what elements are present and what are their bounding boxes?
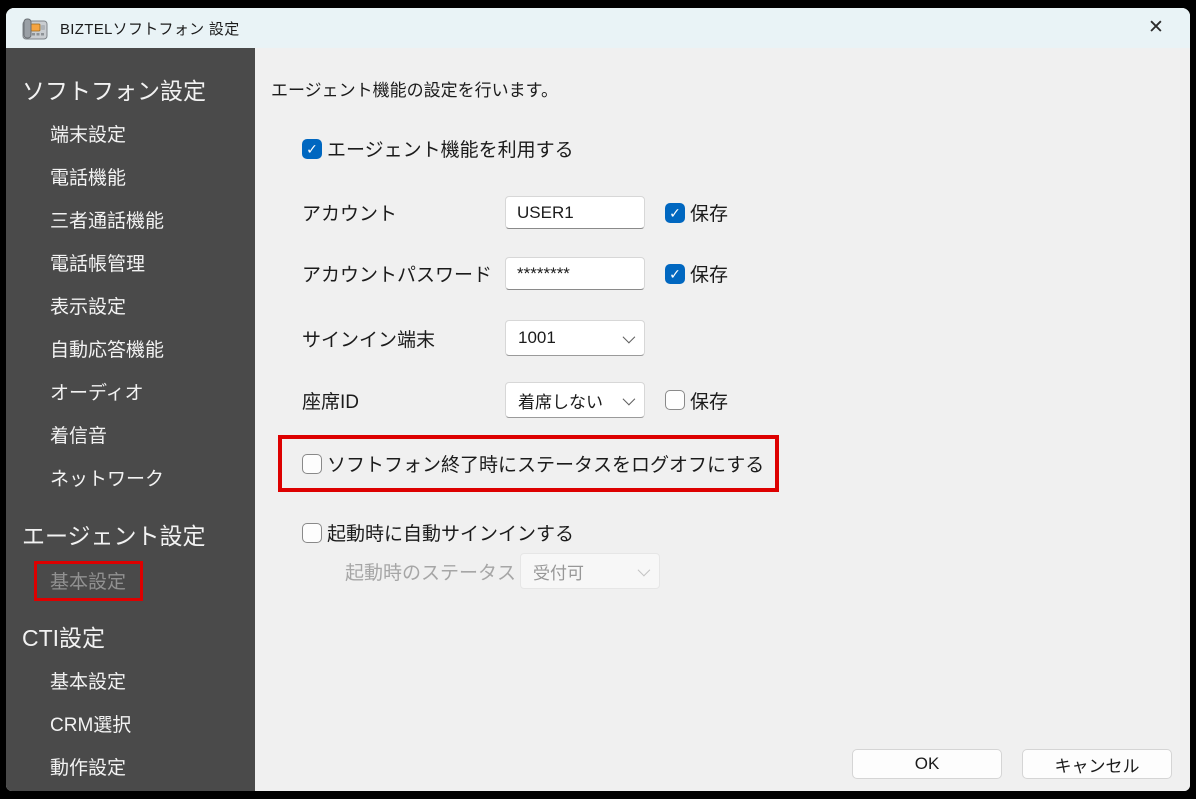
settings-sidebar: ソフトフォン設定 端末設定 電話機能 三者通話機能 電話帳管理 表示設定 自動応… bbox=[6, 48, 255, 791]
sidebar-item-phonebook[interactable]: 電話帳管理 bbox=[6, 241, 255, 284]
password-save-row[interactable]: ✓ 保存 bbox=[665, 260, 728, 287]
logoff-on-exit-checkbox[interactable] bbox=[302, 453, 322, 474]
chevron-down-icon bbox=[622, 330, 636, 343]
account-input[interactable]: USER1 bbox=[505, 196, 645, 229]
account-label: アカウント bbox=[302, 204, 398, 225]
account-save-row[interactable]: ✓ 保存 bbox=[665, 199, 728, 226]
seat-id-select[interactable]: 着席しない bbox=[505, 382, 645, 418]
seat-save-label: 保存 bbox=[690, 391, 729, 413]
sidebar-header-agent: エージェント設定 bbox=[22, 523, 206, 549]
password-save-label: 保存 bbox=[690, 265, 729, 286]
signin-terminal-label: サインイン端末 bbox=[302, 329, 436, 351]
account-row: アカウント USER1 ✓ 保存 bbox=[302, 196, 1190, 229]
sidebar-item-audio[interactable]: オーディオ bbox=[6, 370, 255, 413]
agent-settings-panel: エージェント機能の設定を行います。 ✓ エージェント機能を利用する アカウント … bbox=[255, 48, 1190, 791]
sidebar-item-auto-answer[interactable]: 自動応答機能 bbox=[6, 327, 255, 370]
account-save-checkbox[interactable]: ✓ bbox=[665, 202, 685, 223]
panel-description: エージェント機能の設定を行います。 bbox=[271, 81, 558, 100]
cancel-button[interactable]: キャンセル bbox=[1022, 749, 1172, 779]
logoff-on-exit-label: ソフトフォン終了時にステータスをログオフにする bbox=[327, 455, 765, 476]
startup-status-row: 起動時のステータス 受付可 bbox=[302, 553, 1190, 589]
account-save-label: 保存 bbox=[690, 204, 729, 225]
dialog-footer: OK キャンセル bbox=[852, 749, 1172, 779]
logoff-on-exit-row[interactable]: ソフトフォン終了時にステータスをログオフにする bbox=[302, 450, 767, 477]
sidebar-item-display[interactable]: 表示設定 bbox=[6, 284, 255, 327]
auto-signin-row[interactable]: 起動時に自動サインインする bbox=[302, 519, 1190, 546]
use-agent-checkbox-row[interactable]: ✓ エージェント機能を利用する bbox=[302, 135, 1190, 162]
chevron-down-icon bbox=[622, 392, 636, 405]
password-input[interactable]: ******** bbox=[505, 257, 645, 290]
startup-status-label: 起動時のステータス bbox=[345, 562, 517, 584]
red-annotation-box-logoff: ソフトフォン終了時にステータスをログオフにする bbox=[278, 435, 779, 492]
use-agent-checkbox[interactable]: ✓ bbox=[302, 138, 322, 159]
sidebar-header-cti: CTI設定 bbox=[22, 625, 106, 651]
password-row: アカウントパスワード ******** ✓ 保存 bbox=[302, 257, 1190, 290]
sidebar-item-phone-function[interactable]: 電話機能 bbox=[6, 155, 255, 198]
startup-status-select: 受付可 bbox=[520, 553, 660, 589]
sidebar-item-ringtone[interactable]: 着信音 bbox=[6, 413, 255, 456]
use-agent-label: エージェント機能を利用する bbox=[327, 140, 574, 161]
sidebar-header-softphone: ソフトフォン設定 bbox=[22, 78, 206, 104]
sidebar-item-terminal[interactable]: 端末設定 bbox=[6, 112, 255, 155]
sidebar-item-network[interactable]: ネットワーク bbox=[6, 456, 255, 499]
window-title: BIZTELソフトフォン 設定 bbox=[60, 20, 240, 38]
password-label: アカウントパスワード bbox=[302, 265, 493, 286]
seat-id-row: 座席ID 着席しない 保存 bbox=[302, 382, 1190, 418]
auto-signin-checkbox[interactable] bbox=[302, 522, 322, 543]
auto-signin-label: 起動時に自動サインインする bbox=[327, 524, 575, 545]
ok-button[interactable]: OK bbox=[852, 749, 1002, 779]
signin-terminal-row: サインイン端末 1001 bbox=[302, 320, 1190, 356]
settings-dialog: BIZTELソフトフォン 設定 ✕ ソフトフォン設定 端末設定 電話機能 三者通… bbox=[6, 8, 1190, 791]
close-icon[interactable]: ✕ bbox=[1142, 14, 1170, 42]
red-annotation-box-sidebar: 基本設定 bbox=[34, 561, 144, 601]
signin-terminal-select[interactable]: 1001 bbox=[505, 320, 645, 356]
sidebar-item-cti-basic[interactable]: 基本設定 bbox=[6, 659, 255, 702]
seat-save-row[interactable]: 保存 bbox=[665, 387, 728, 414]
title-bar: BIZTELソフトフォン 設定 ✕ bbox=[6, 8, 1190, 48]
chevron-down-icon bbox=[637, 563, 651, 576]
seat-save-checkbox[interactable] bbox=[665, 390, 685, 410]
softphone-app-icon bbox=[22, 18, 48, 40]
sidebar-item-agent-basic-selected[interactable]: 基本設定 bbox=[34, 561, 255, 601]
seat-id-label: 座席ID bbox=[302, 391, 360, 413]
sidebar-item-three-party[interactable]: 三者通話機能 bbox=[6, 198, 255, 241]
password-save-checkbox[interactable]: ✓ bbox=[665, 263, 685, 284]
sidebar-item-behavior[interactable]: 動作設定 bbox=[6, 745, 255, 788]
sidebar-item-crm-select[interactable]: CRM選択 bbox=[6, 702, 255, 745]
